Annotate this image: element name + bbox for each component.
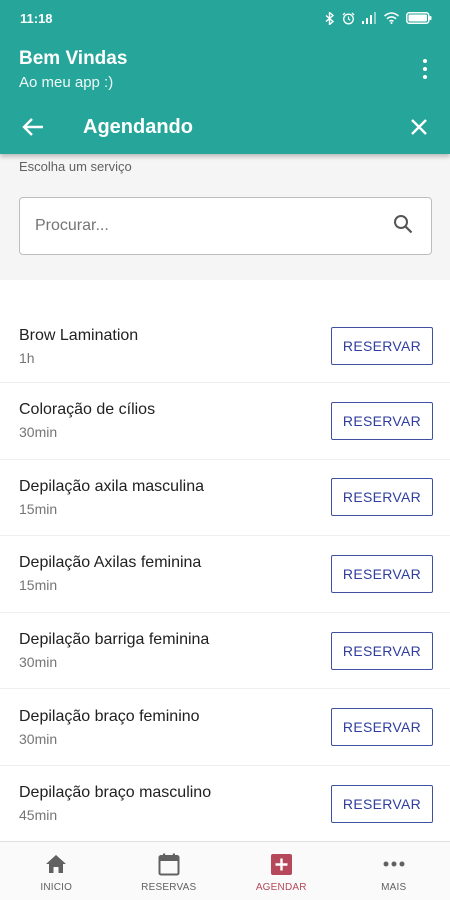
signal-icon xyxy=(362,12,377,24)
search-label: Escolha um serviço xyxy=(19,159,132,174)
nav-label: MAIS xyxy=(381,882,407,893)
service-name: Depilação barriga feminina xyxy=(19,631,210,649)
home-icon xyxy=(45,852,67,876)
service-name: Brow Lamination xyxy=(19,326,139,344)
reserve-button[interactable]: RESERVAR xyxy=(331,478,433,517)
service-duration: 15min xyxy=(19,577,58,594)
app-title: Bem Vindas xyxy=(19,48,128,69)
service-row: Depilação braço masculino 45min RESERVAR xyxy=(0,766,450,841)
reserve-button[interactable]: RESERVAR xyxy=(331,708,433,747)
service-row: Depilação barriga feminina 30min RESERVAR xyxy=(0,613,450,690)
back-button[interactable] xyxy=(18,112,48,142)
service-info: Brow Lamination 1h xyxy=(19,326,138,367)
service-name: Coloração de cílios xyxy=(19,401,156,419)
more-horiz-icon xyxy=(383,852,405,876)
service-info: Depilação barriga feminina 30min xyxy=(19,630,209,671)
service-info: Depilação Axilas feminina 15min xyxy=(19,553,201,594)
alarm-icon xyxy=(342,12,355,25)
scheduling-toolbar: Agendando xyxy=(0,100,450,154)
nav-label: RESERVAS xyxy=(141,882,197,893)
status-icons xyxy=(325,11,432,25)
reserve-button[interactable]: RESERVAR xyxy=(331,554,433,593)
app-bar: Bem Vindas Ao meu app :) xyxy=(0,36,450,100)
service-duration: 30min xyxy=(19,424,58,441)
service-duration: 30min xyxy=(19,730,58,747)
close-button[interactable] xyxy=(404,112,434,142)
nav-label: AGENDAR xyxy=(255,882,307,893)
reserve-button[interactable]: RESERVAR xyxy=(331,631,433,670)
search-box[interactable] xyxy=(19,197,432,255)
app-subtitle: Ao meu app :) xyxy=(19,74,114,91)
page-title: Agendando xyxy=(83,115,193,138)
reserve-button[interactable]: RESERVAR xyxy=(331,327,433,365)
search-section: Escolha um serviço xyxy=(0,154,450,280)
service-info: Depilação braço feminino 30min xyxy=(19,707,200,748)
service-name: Depilação axila masculina xyxy=(19,477,204,495)
service-duration: 15min xyxy=(19,500,58,517)
bluetooth-icon xyxy=(325,11,335,25)
service-row: Depilação Axilas feminina 15min RESERVAR xyxy=(0,536,450,613)
more-vert-icon[interactable] xyxy=(416,58,434,80)
nav-item-reservas[interactable]: RESERVAS xyxy=(113,842,226,900)
service-info: Depilação axila masculina 15min xyxy=(19,477,204,518)
service-name: Depilação braço feminino xyxy=(19,707,200,725)
service-name: Depilação Axilas feminina xyxy=(19,554,202,572)
service-name: Depilação braço masculino xyxy=(19,784,212,802)
service-info: Depilação braço masculino 45min xyxy=(19,783,211,824)
service-row: Depilação axila masculina 15min RESERVAR xyxy=(0,460,450,537)
service-duration: 1h xyxy=(19,349,35,366)
reserve-button[interactable]: RESERVAR xyxy=(331,401,433,440)
nav-item-agendar[interactable]: AGENDAR xyxy=(225,842,338,900)
arrow-back-icon xyxy=(22,118,43,136)
service-duration: 45min xyxy=(19,807,58,824)
services-list: Brow Lamination 1h RESERVAR Coloração de cí… xyxy=(0,296,450,841)
wifi-icon xyxy=(384,12,399,24)
service-row: Depilação braço feminino 30min RESERVAR xyxy=(0,689,450,766)
service-row: Brow Lamination 1h RESERVAR xyxy=(0,296,450,383)
service-duration: 30min xyxy=(19,654,58,671)
add-box-icon xyxy=(270,852,292,876)
bottom-nav: INICIO RESERVAS AGENDAR MAIS xyxy=(0,841,450,900)
nav-item-inicio[interactable]: INICIO xyxy=(0,842,113,900)
service-row: Coloração de cílios 30min RESERVAR xyxy=(0,383,450,460)
nav-label: INICIO xyxy=(40,882,73,893)
search-icon[interactable] xyxy=(393,214,413,239)
calendar-icon xyxy=(158,852,180,876)
close-icon xyxy=(411,119,427,135)
status-time: 11:18 xyxy=(20,10,53,26)
nav-item-mais[interactable]: MAIS xyxy=(338,842,450,900)
battery-icon xyxy=(406,12,432,24)
search-input[interactable] xyxy=(35,217,355,235)
status-bar: 11:18 xyxy=(0,0,450,36)
service-info: Coloração de cílios 30min xyxy=(19,400,155,441)
reserve-button[interactable]: RESERVAR xyxy=(331,784,433,823)
